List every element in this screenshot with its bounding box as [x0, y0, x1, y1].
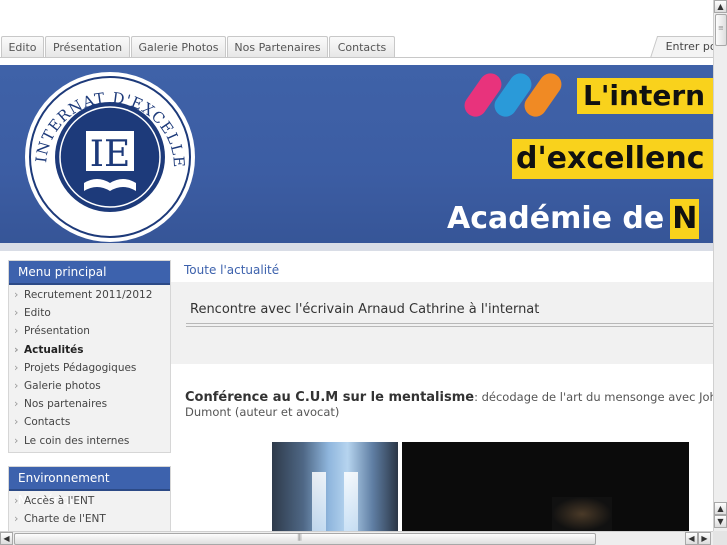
menu-item-edito[interactable]: Edito [9, 304, 170, 322]
menu-item-actualites[interactable]: Actualités [9, 341, 170, 359]
conference-photo-1[interactable] [272, 442, 398, 531]
tab-edito[interactable]: Edito [1, 36, 44, 58]
menu-item-projets-pedagogiques[interactable]: Projets Pédagogiques [9, 359, 170, 377]
arrow-down-icon[interactable]: ▼ [714, 515, 727, 528]
env-numerique-panel: Environnement Numérique Accès à l'ENT Ch… [8, 466, 171, 531]
horizontal-scroll-thumb[interactable]: ||| [14, 533, 596, 545]
vertical-scroll-thumb[interactable]: ≡ [715, 14, 727, 46]
menu-item-galerie-photos[interactable]: Galerie photos [9, 377, 170, 395]
main-menu-panel: Menu principal Recrutement 2011/2012 Edi… [8, 260, 171, 453]
para-line2: Dumont (auteur et avocat) [185, 405, 340, 419]
article-rule-top [186, 323, 713, 324]
search-input-value: Entrer po [665, 40, 713, 53]
horizontal-scrollbar[interactable]: ◀ ||| ◀ ▶ [0, 531, 713, 545]
para-bold: Conférence au C.U.M sur le mentalisme [185, 390, 475, 405]
tab-galerie-photos[interactable]: Galerie Photos [131, 36, 226, 58]
search-input[interactable]: Entrer po [650, 36, 713, 58]
banner-line-3: Académie de N [447, 199, 700, 239]
article-title[interactable]: Rencontre avec l'écrivain Arnaud Cathrin… [190, 302, 539, 317]
menu-item-recrutement[interactable]: Recrutement 2011/2012 [9, 286, 170, 304]
menu-item-coin-des-internes[interactable]: Le coin des internes [9, 432, 170, 450]
header-banner: INTERNAT D'EXCELLENCE IE L'intern d'exce… [0, 65, 713, 245]
conference-photo-2[interactable] [402, 442, 689, 531]
banner-bottom-band [0, 243, 713, 251]
vertical-scrollbar[interactable]: ▲ ≡ ▲ ▼ [713, 0, 727, 531]
menu-item-nos-partenaires[interactable]: Nos partenaires [9, 395, 170, 413]
internat-excellence-logo[interactable]: INTERNAT D'EXCELLENCE IE [24, 71, 196, 243]
banner-line-3-text: Académie de [447, 201, 665, 236]
arrow-left-icon[interactable]: ◀ [685, 532, 698, 545]
menu-item-charte-ent[interactable]: Charte de l'ENT [9, 510, 170, 528]
main-menu-title: Menu principal [9, 261, 170, 285]
browser-viewport: Edito Présentation Galerie Photos Nos Pa… [0, 0, 713, 531]
banner-line-2: d'excellenc [512, 139, 713, 179]
tab-nos-partenaires[interactable]: Nos Partenaires [227, 36, 328, 58]
arrow-up-icon[interactable]: ▲ [714, 502, 727, 515]
para-rest: : décodage de l'art du mensonge avec Joh [474, 390, 713, 404]
arrow-left-icon[interactable]: ◀ [0, 532, 13, 545]
top-navigation: Edito Présentation Galerie Photos Nos Pa… [0, 36, 713, 58]
banner-line-1: L'intern [577, 78, 713, 114]
menu-item-acces-ent[interactable]: Accès à l'ENT [9, 492, 170, 510]
svg-text:IE: IE [90, 134, 131, 175]
banner-line-3-highlight: N [670, 199, 700, 239]
main-content: Toute l'actualité Rencontre avec l'écriv… [171, 252, 713, 531]
arrow-up-icon[interactable]: ▲ [714, 0, 727, 13]
env-numerique-title: Environnement Numérique [9, 467, 170, 507]
breadcrumb-actualite[interactable]: Toute l'actualité [184, 263, 279, 277]
nav-divider [0, 57, 713, 58]
arrow-right-icon[interactable]: ▶ [698, 532, 711, 545]
article-paragraph: Conférence au C.U.M sur le mentalisme: d… [185, 390, 713, 419]
article-rule-bottom [186, 326, 713, 327]
menu-item-contacts[interactable]: Contacts [9, 413, 170, 431]
scrollbar-corner [713, 531, 727, 545]
tab-presentation[interactable]: Présentation [45, 36, 130, 58]
menu-item-presentation[interactable]: Présentation [9, 322, 170, 340]
tab-contacts[interactable]: Contacts [329, 36, 395, 58]
